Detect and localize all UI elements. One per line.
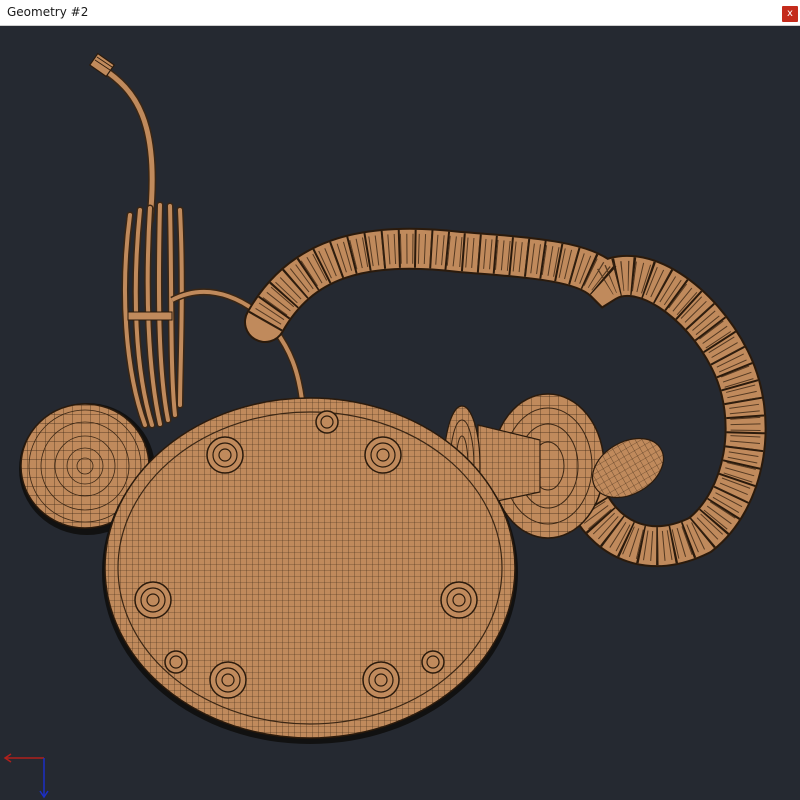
wireframe-render bbox=[19, 52, 767, 744]
title-bar: Geometry #2 x bbox=[0, 0, 800, 26]
cord-tie bbox=[127, 311, 173, 321]
phone-base bbox=[102, 397, 518, 744]
3d-viewport[interactable] bbox=[0, 26, 800, 800]
close-button[interactable]: x bbox=[782, 6, 798, 22]
axis-gizmo-icon bbox=[3, 753, 49, 799]
geometry-window: Geometry #2 x bbox=[0, 0, 800, 800]
line-cord bbox=[88, 52, 306, 429]
window-title: Geometry #2 bbox=[7, 5, 89, 19]
